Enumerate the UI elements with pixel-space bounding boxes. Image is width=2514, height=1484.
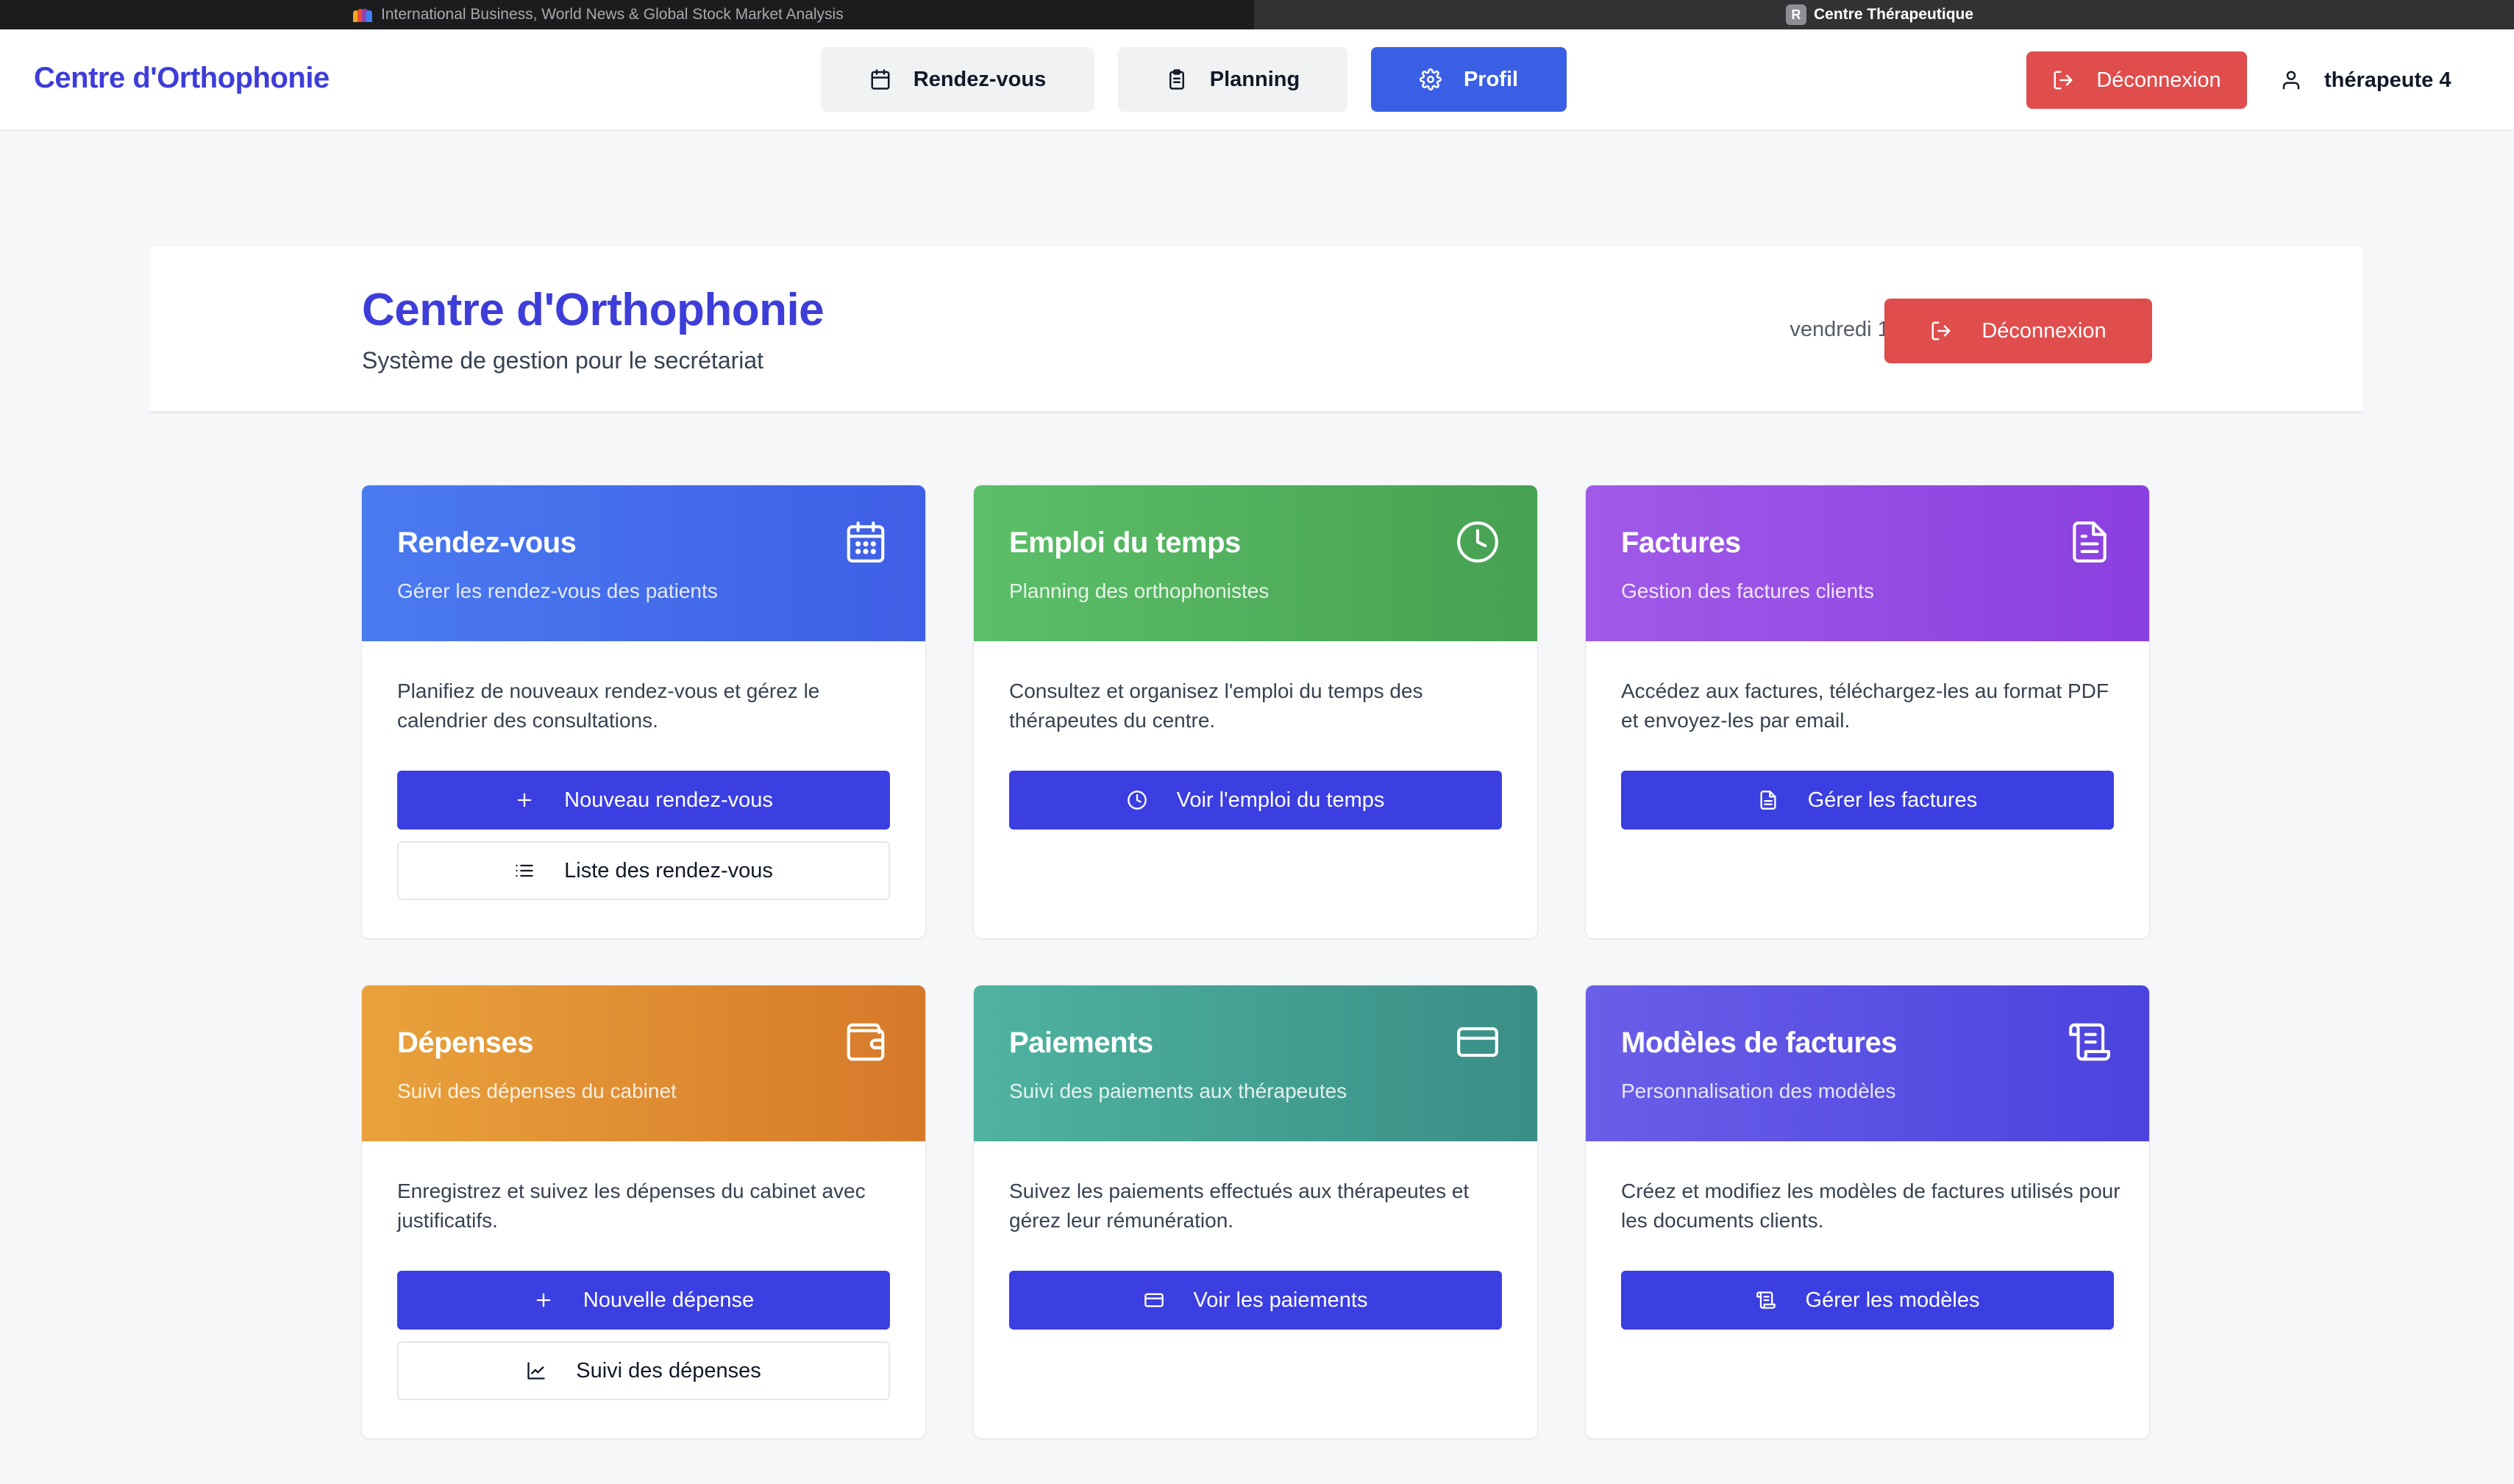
header-logout-button[interactable]: Déconnexion	[1884, 299, 2152, 363]
line-chart-icon	[527, 1362, 545, 1380]
logout-label: Déconnexion	[2096, 68, 2221, 92]
nbc-favicon-icon	[353, 7, 374, 22]
wallet-icon	[847, 1023, 885, 1061]
button-label: Nouveau rendez-vous	[564, 788, 773, 812]
logout-icon	[1931, 321, 1951, 340]
page-title: Centre d'Orthophonie	[362, 285, 825, 335]
card-title: Paiements	[1009, 1027, 1153, 1059]
card-depenses: Dépenses Suivi des dépenses du cabinet E…	[362, 985, 925, 1438]
card-emploi-du-temps: Emploi du temps Planning des orthophonis…	[974, 485, 1537, 938]
nav-item-label: Rendez-vous	[913, 67, 1047, 91]
card-factures: Factures Gestion des factures clients Ac…	[1586, 485, 2149, 938]
dashboard-header: Centre d'Orthophonie Système de gestion …	[150, 247, 2362, 413]
card-modeles-factures: Modèles de factures Personnalisation des…	[1586, 985, 2149, 1438]
document-icon	[1760, 791, 1776, 810]
plus-icon	[517, 793, 532, 807]
scroll-icon	[2069, 1023, 2110, 1061]
card-subtitle: Gestion des factures clients	[1621, 579, 1874, 602]
card-description: Suivez les paiements effectués aux théra…	[1009, 1180, 1470, 1232]
clock-icon	[1457, 521, 1498, 563]
logout-icon	[2054, 71, 2073, 90]
view-schedule-button[interactable]: Voir l'emploi du temps	[1009, 771, 1502, 830]
card-description: Enregistrez et suivez les dépenses du ca…	[397, 1180, 866, 1232]
button-label: Voir l'emploi du temps	[1176, 788, 1385, 812]
card-header: Emploi du temps Planning des orthophonis…	[974, 485, 1537, 641]
card-subtitle: Suivi des paiements aux thérapeutes	[1009, 1080, 1347, 1102]
card-description: Créez et modifiez les modèles de facture…	[1621, 1180, 2120, 1232]
brand-logo-text[interactable]: Centre d'Orthophonie	[34, 62, 330, 95]
top-navbar: Centre d'Orthophonie Rendez-vous Plannin…	[0, 29, 2514, 131]
card-title: Rendez-vous	[397, 527, 577, 559]
nav-rendez-vous-button[interactable]: Rendez-vous	[821, 47, 1094, 112]
list-icon	[516, 864, 533, 877]
card-header: Paiements Suivi des paiements aux thérap…	[974, 985, 1537, 1141]
card-subtitle: Planning des orthophonistes	[1009, 579, 1270, 602]
card-title: Factures	[1621, 527, 1741, 559]
button-label: Suivi des dépenses	[576, 1358, 761, 1383]
calendar-icon	[847, 521, 885, 563]
view-payments-button[interactable]: Voir les paiements	[1009, 1271, 1502, 1330]
button-label: Liste des rendez-vous	[564, 858, 773, 882]
nav-item-label: Planning	[1209, 67, 1300, 91]
browser-tab-inactive[interactable]: International Business, World News & Glo…	[0, 0, 1254, 29]
scroll-icon	[1756, 1291, 1776, 1309]
browser-tab-active[interactable]: R Centre Thérapeutique	[1254, 0, 2514, 29]
gear-icon	[1419, 68, 1442, 90]
user-name: thérapeute 4	[2324, 68, 2451, 92]
logout-label: Déconnexion	[1981, 318, 2107, 343]
card-title: Dépenses	[397, 1027, 533, 1059]
credit-card-icon	[1457, 1027, 1498, 1057]
expense-tracking-button[interactable]: Suivi des dépenses	[397, 1341, 890, 1400]
user-icon	[2282, 71, 2300, 90]
document-icon	[2073, 521, 2107, 563]
calendar-icon	[871, 69, 890, 90]
card-title: Modèles de factures	[1621, 1027, 1898, 1059]
nav-planning-button[interactable]: Planning	[1118, 47, 1347, 112]
manage-templates-button[interactable]: Gérer les modèles	[1621, 1271, 2114, 1330]
button-label: Nouvelle dépense	[583, 1288, 755, 1312]
card-paiements: Paiements Suivi des paiements aux thérap…	[974, 985, 1537, 1438]
card-header: Factures Gestion des factures clients	[1586, 485, 2149, 641]
card-description: Consultez et organisez l'emploi du temps…	[1009, 679, 1423, 732]
card-description: Planifiez de nouveaux rendez-vous et gér…	[397, 679, 820, 732]
nav-profil-button[interactable]: Profil	[1371, 47, 1567, 112]
user-menu[interactable]: thérapeute 4	[2280, 51, 2451, 109]
browser-tab-title: Centre Thérapeutique	[1814, 6, 1974, 23]
button-label: Gérer les factures	[1807, 788, 1978, 812]
manage-invoices-button[interactable]: Gérer les factures	[1621, 771, 2114, 830]
browser-tab-title: International Business, World News & Glo…	[381, 6, 844, 23]
card-description: Accédez aux factures, téléchargez-les au…	[1621, 679, 2109, 732]
browser-tab-strip: International Business, World News & Glo…	[0, 0, 2514, 29]
new-appointment-button[interactable]: Nouveau rendez-vous	[397, 771, 890, 830]
card-title: Emploi du temps	[1009, 527, 1241, 559]
plus-icon	[536, 1293, 551, 1308]
tab-favicon-icon: R	[1786, 4, 1806, 25]
card-header: Modèles de factures Personnalisation des…	[1586, 985, 2149, 1141]
credit-card-icon	[1144, 1293, 1164, 1308]
card-subtitle: Gérer les rendez-vous des patients	[397, 579, 718, 602]
new-expense-button[interactable]: Nouvelle dépense	[397, 1271, 890, 1330]
appointment-list-button[interactable]: Liste des rendez-vous	[397, 841, 890, 900]
clipboard-icon	[1169, 69, 1184, 90]
page-subtitle: Système de gestion pour le secrétariat	[362, 347, 764, 374]
card-header: Dépenses Suivi des dépenses du cabinet	[362, 985, 925, 1141]
button-label: Voir les paiements	[1193, 1288, 1368, 1312]
clock-icon	[1127, 791, 1147, 810]
card-subtitle: Personnalisation des modèles	[1621, 1080, 1896, 1102]
nav-item-label: Profil	[1463, 67, 1519, 91]
button-label: Gérer les modèles	[1805, 1288, 1980, 1312]
logout-button[interactable]: Déconnexion	[2026, 51, 2247, 109]
card-header: Rendez-vous Gérer les rendez-vous des pa…	[362, 485, 925, 641]
card-subtitle: Suivi des dépenses du cabinet	[397, 1080, 677, 1102]
card-rendez-vous: Rendez-vous Gérer les rendez-vous des pa…	[362, 485, 925, 938]
